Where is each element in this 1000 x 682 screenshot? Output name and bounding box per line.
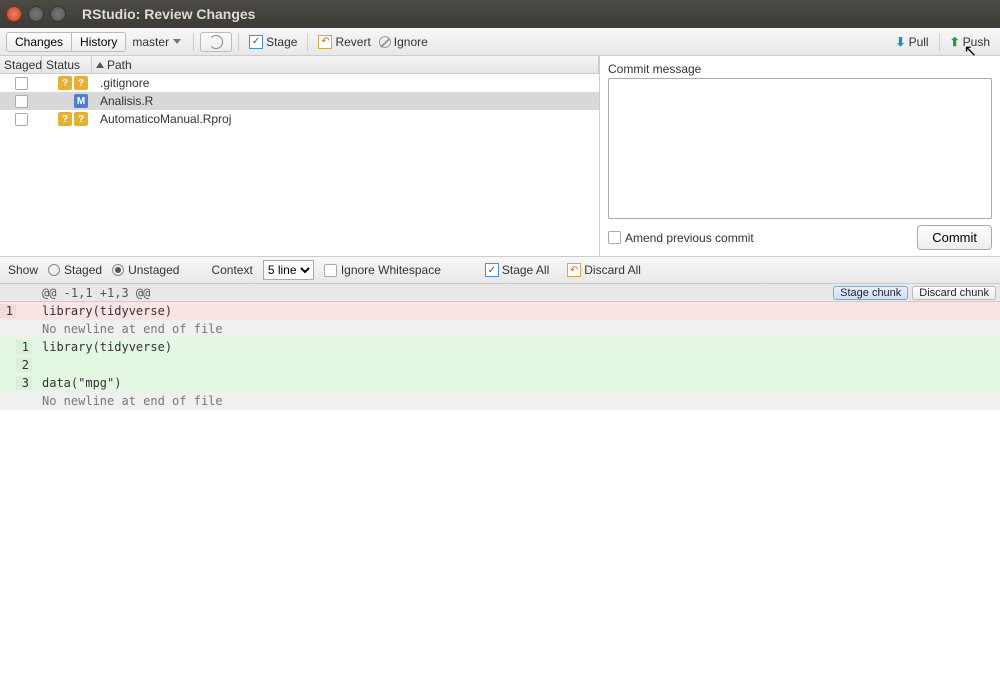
sort-asc-icon [96,62,104,68]
unstaged-radio[interactable]: Unstaged [112,263,179,277]
check-icon: ✓ [249,35,263,49]
ignore-icon [379,36,391,48]
ignore-whitespace-checkbox[interactable]: Ignore Whitespace [324,263,441,277]
refresh-button[interactable] [200,32,232,52]
radio-checked-icon [112,264,124,276]
diff-line[interactable]: 2 [0,356,1000,374]
ignore-button[interactable]: Ignore [375,35,432,49]
file-list-panel: Staged Status Path ?? .gitignore M Analisis… [0,56,600,256]
window-titlebar: RStudio: Review Changes [0,0,1000,28]
window-title: RStudio: Review Changes [82,6,255,22]
pull-button[interactable]: ⬇ Pull [892,35,933,49]
file-path: Analisis.R [92,94,599,108]
pull-icon: ⬇ [896,35,906,49]
col-staged[interactable]: Staged [0,56,42,73]
amend-checkbox[interactable]: Amend previous commit [608,231,754,245]
diff-toolbar: Show Staged Unstaged Context 5 line Igno… [0,256,1000,284]
radio-icon [48,264,60,276]
refresh-icon [209,35,223,49]
status-badge: M [74,94,88,108]
show-label: Show [8,263,38,277]
staged-radio[interactable]: Staged [48,263,102,277]
stage-all-button[interactable]: ✓ Stage All [481,263,553,277]
discard-all-button[interactable]: ↶ Discard All [563,263,645,277]
file-row[interactable]: M Analisis.R [0,92,599,110]
discard-chunk-button[interactable]: Discard chunk [912,286,996,300]
status-badge: ? [58,76,72,90]
commit-panel: Commit message Amend previous commit Com… [600,56,1000,256]
status-badge: ? [58,112,72,126]
diff-hunk-header: @@ -1,1 +1,3 @@ Stage chunk Discard chun… [0,284,1000,302]
push-button[interactable]: ⬆ Push ↖ [946,35,994,49]
checkbox-icon [608,231,621,244]
file-path: .gitignore [92,76,599,90]
push-icon: ⬆ [950,35,960,49]
stage-checkbox[interactable] [15,113,28,126]
window-close-button[interactable] [6,6,22,22]
status-badge: ? [74,112,88,126]
context-select[interactable]: 5 line [263,260,314,280]
context-label: Context [211,263,252,277]
checkbox-icon [324,264,337,277]
commit-message-label: Commit message [608,62,992,76]
main-toolbar: Changes History master ✓ Stage ↶ Revert … [0,28,1000,56]
revert-button[interactable]: ↶ Revert [314,35,374,49]
status-badge: ? [74,76,88,90]
stage-button[interactable]: ✓ Stage [245,35,301,49]
file-row[interactable]: ?? .gitignore [0,74,599,92]
revert-icon: ↶ [318,35,332,49]
commit-button[interactable]: Commit [917,225,992,250]
stage-checkbox[interactable] [15,95,28,108]
file-row[interactable]: ?? AutomaticoManual.Rproj [0,110,599,128]
window-maximize-button[interactable] [50,6,66,22]
diff-line[interactable]: No newline at end of file [0,392,1000,410]
diff-view: 1library(tidyverse) No newline at end of… [0,302,1000,410]
diff-line[interactable]: 1library(tidyverse) [0,338,1000,356]
branch-name: master [132,35,169,49]
file-list-header: Staged Status Path [0,56,599,74]
window-minimize-button[interactable] [28,6,44,22]
col-status[interactable]: Status [42,56,92,73]
stage-checkbox[interactable] [15,77,28,90]
file-path: AutomaticoManual.Rproj [92,112,599,126]
diff-line[interactable]: 1library(tidyverse) [0,302,1000,320]
commit-message-input[interactable] [608,78,992,219]
col-path[interactable]: Path [92,56,599,73]
diff-line[interactable]: 3data("mpg") [0,374,1000,392]
history-tab[interactable]: History [72,32,126,52]
diff-line[interactable]: No newline at end of file [0,320,1000,338]
revert-icon: ↶ [567,263,581,277]
check-icon: ✓ [485,263,499,277]
stage-chunk-button[interactable]: Stage chunk [833,286,908,300]
branch-dropdown[interactable]: master [126,35,187,49]
changes-tab[interactable]: Changes [6,32,72,52]
chevron-down-icon [173,39,181,44]
